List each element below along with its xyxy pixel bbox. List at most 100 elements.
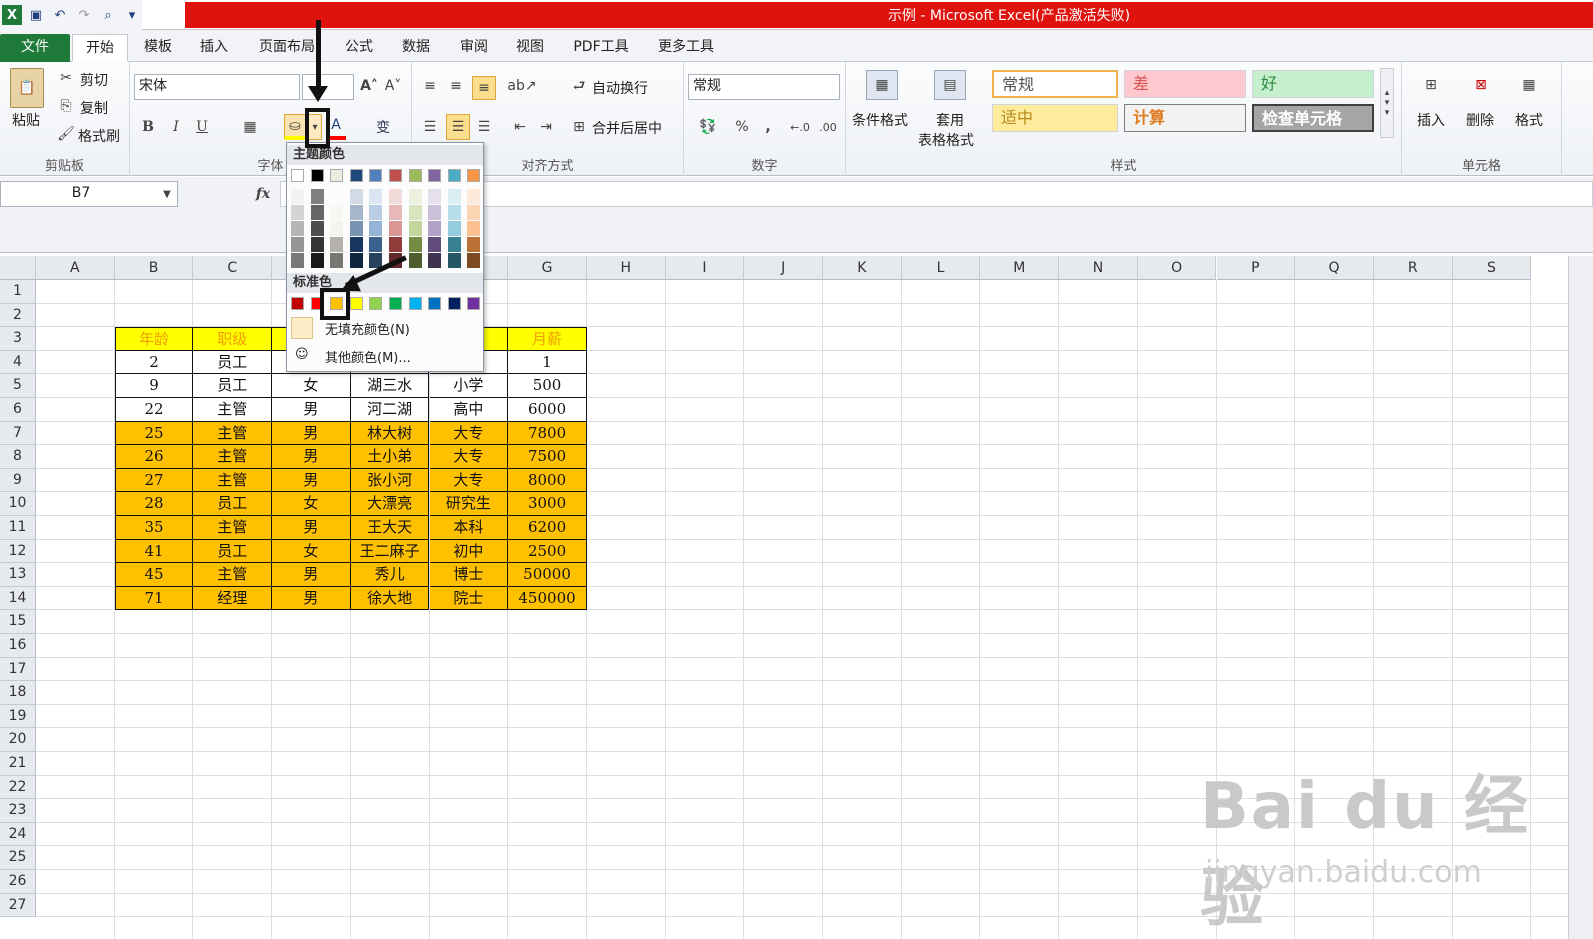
table-cell[interactable]: 员工	[193, 539, 273, 564]
theme-shade-swatch[interactable]	[467, 189, 481, 204]
name-box-dropdown-icon[interactable]: ▼	[160, 185, 174, 203]
underline-button[interactable]: U	[192, 116, 212, 138]
column-header-R[interactable]: R	[1373, 256, 1453, 280]
theme-shade-swatch[interactable]	[349, 237, 363, 252]
align-bottom-icon[interactable]: ≡	[472, 76, 496, 100]
row-header-15[interactable]: 15	[0, 610, 36, 634]
row-header-25[interactable]: 25	[0, 846, 36, 870]
standard-color-swatch[interactable]	[291, 297, 304, 310]
table-cell[interactable]: 院士	[429, 586, 509, 611]
font-name-select[interactable]: 宋体	[134, 74, 300, 100]
table-cell[interactable]: 2	[114, 350, 194, 375]
table-cell[interactable]: 林大树	[350, 421, 430, 446]
theme-shade-swatch[interactable]	[467, 205, 481, 220]
format-cells-icon[interactable]: ▦	[1514, 70, 1544, 100]
wrap-text-button[interactable]: 自动换行	[592, 78, 648, 98]
row-header-7[interactable]: 7	[0, 421, 36, 446]
theme-shade-swatch[interactable]	[447, 205, 461, 220]
table-cell[interactable]: 主管	[193, 563, 273, 587]
table-format-icon[interactable]: ▤	[934, 70, 966, 100]
theme-color-swatch[interactable]	[330, 169, 344, 182]
column-header-Q[interactable]: Q	[1295, 256, 1374, 280]
row-header-8[interactable]: 8	[0, 445, 36, 469]
table-cell[interactable]: 7500	[508, 445, 587, 469]
row-header-20[interactable]: 20	[0, 728, 36, 752]
table-cell[interactable]: 女	[272, 492, 351, 516]
row-header-12[interactable]: 12	[0, 539, 36, 564]
style-neutral[interactable]: 适中	[992, 104, 1118, 132]
table-cell[interactable]: 26	[114, 445, 194, 469]
style-normal[interactable]: 常规	[992, 70, 1118, 98]
standard-color-swatch[interactable]	[428, 297, 442, 310]
theme-shade-swatch[interactable]	[389, 189, 402, 204]
table-cell[interactable]: 男	[272, 398, 351, 422]
column-header-N[interactable]: N	[1059, 256, 1138, 280]
table-cell[interactable]: 大漂亮	[350, 492, 430, 516]
tab-insert[interactable]: 插入	[190, 34, 238, 62]
theme-shade-swatch[interactable]	[291, 205, 304, 220]
increase-decimal-icon[interactable]: ←.0	[788, 116, 812, 138]
delete-cells-icon[interactable]: ⊠	[1466, 70, 1496, 100]
table-cell[interactable]: 主管	[193, 421, 273, 446]
theme-shade-swatch[interactable]	[389, 221, 402, 236]
align-center-icon[interactable]: ☰	[446, 114, 470, 140]
row-header-23[interactable]: 23	[0, 799, 36, 823]
standard-color-swatch[interactable]	[467, 297, 481, 310]
standard-color-swatch[interactable]	[349, 297, 363, 310]
align-right-icon[interactable]: ☰	[474, 116, 494, 138]
paste-button[interactable]: 粘贴	[12, 110, 40, 130]
fx-icon[interactable]: fx	[250, 183, 276, 205]
table-cell[interactable]: 27	[114, 468, 194, 493]
table-header-cell[interactable]: 月薪	[508, 327, 587, 351]
table-cell[interactable]: 9	[114, 374, 194, 398]
theme-shade-swatch[interactable]	[310, 189, 324, 204]
row-header-4[interactable]: 4	[0, 350, 36, 375]
table-cell[interactable]: 45	[114, 563, 194, 587]
table-format-label-2[interactable]: 表格格式	[918, 130, 974, 150]
row-header-10[interactable]: 10	[0, 492, 36, 516]
more-colors-item[interactable]: ☺ 其他颜色(M)...	[289, 343, 481, 369]
no-fill-item[interactable]: 无填充颜色(N)	[289, 315, 481, 341]
increase-indent-icon[interactable]: ⇥	[536, 116, 556, 138]
table-cell[interactable]: 员工	[193, 492, 273, 516]
table-cell[interactable]: 22	[114, 398, 194, 422]
cut-icon[interactable]: ✂	[58, 70, 74, 86]
table-cell[interactable]: 男	[272, 468, 351, 493]
insert-cells-icon[interactable]: ⊞	[1416, 70, 1446, 100]
column-header-P[interactable]: P	[1216, 256, 1296, 280]
row-header-13[interactable]: 13	[0, 563, 36, 587]
merge-center-button[interactable]: 合并后居中	[592, 118, 662, 138]
theme-shade-swatch[interactable]	[428, 189, 442, 204]
fill-color-icon[interactable]: ⛀	[284, 114, 306, 140]
align-left-icon[interactable]: ☰	[420, 116, 440, 138]
table-cell[interactable]: 8000	[508, 468, 587, 493]
theme-shade-swatch[interactable]	[428, 253, 442, 268]
row-header-24[interactable]: 24	[0, 822, 36, 847]
table-cell[interactable]: 本科	[429, 516, 509, 540]
insert-cells-button[interactable]: 插入	[1417, 110, 1445, 130]
table-cell[interactable]: 35	[114, 516, 194, 540]
format-painter-button[interactable]: 格式刷	[78, 126, 120, 146]
table-cell[interactable]: 秀儿	[350, 563, 430, 587]
cut-button[interactable]: 剪切	[80, 70, 108, 90]
theme-shade-swatch[interactable]	[447, 253, 461, 268]
table-cell[interactable]: 6000	[508, 398, 587, 422]
row-header-18[interactable]: 18	[0, 681, 36, 705]
theme-color-swatch[interactable]	[428, 169, 442, 182]
row-header-1[interactable]: 1	[0, 280, 36, 304]
align-top-icon[interactable]: ≡	[420, 76, 440, 96]
table-cell[interactable]: 71	[114, 586, 194, 611]
table-cell[interactable]: 研究生	[429, 492, 509, 516]
theme-color-swatch[interactable]	[291, 169, 304, 182]
table-cell[interactable]: 河二湖	[350, 398, 430, 422]
table-cell[interactable]: 男	[272, 563, 351, 587]
theme-shade-swatch[interactable]	[310, 205, 324, 220]
decrease-indent-icon[interactable]: ⇤	[510, 116, 530, 138]
tab-home[interactable]: 开始	[72, 34, 128, 62]
table-cell[interactable]: 男	[272, 445, 351, 469]
row-header-21[interactable]: 21	[0, 752, 36, 776]
standard-color-swatch[interactable]	[408, 297, 422, 310]
border-icon[interactable]: ▦	[240, 116, 260, 138]
row-header-16[interactable]: 16	[0, 634, 36, 658]
percent-button[interactable]: %	[732, 116, 752, 138]
